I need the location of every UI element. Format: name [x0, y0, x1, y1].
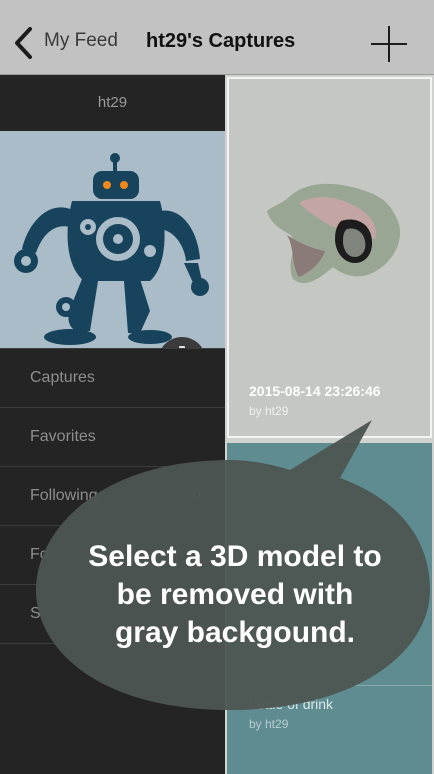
sidebar-item-captures[interactable]: Captures	[0, 348, 225, 407]
sidebar-username: ht29	[97, 94, 128, 111]
page-title: ht29's Captures	[146, 30, 296, 52]
capture-card[interactable]: 2015-08-14 23:26:46 by ht29	[227, 77, 432, 438]
capture-date: 2015-08-14 23:26:46	[249, 383, 381, 399]
sidebar-item-following[interactable]: Following 0	[0, 466, 225, 525]
avatar[interactable]	[0, 131, 225, 348]
sidebar-item-label: Favorites	[30, 428, 96, 445]
sidebar-item-label: Captures	[30, 369, 95, 386]
capture-author: by ht29	[249, 717, 289, 731]
callout-line-2: be removed with	[116, 578, 354, 611]
sidebar-item-favorites[interactable]: Favorites	[0, 407, 225, 466]
plus-icon[interactable]	[369, 24, 409, 64]
card-divider	[247, 685, 432, 686]
following-count: 0	[192, 487, 201, 504]
sidebar-item-label: Following	[30, 487, 98, 504]
capture-author: by ht29	[249, 404, 289, 418]
navigation-bar: My Feed ht29's Captures	[0, 0, 434, 75]
tutorial-callout-text: Select a 3D model to be removed with gra…	[40, 538, 430, 652]
side-menu: ht29 Captures Favorites Following 0 Fo S	[0, 75, 225, 774]
back-button-label[interactable]: My Feed	[44, 30, 118, 52]
capture-name: bottle of drink	[249, 696, 334, 712]
screen: My Feed ht29's Captures ht29 Captures Fa…	[0, 0, 434, 774]
robot-avatar-image	[14, 153, 209, 345]
capture-feed: 2015-08-14 23:26:46 by ht29 bottle of dr…	[225, 75, 434, 774]
callout-line-3: gray backgound.	[114, 616, 356, 649]
settings-button[interactable]	[158, 337, 206, 348]
callout-line-1: Select a 3D model to	[88, 540, 382, 573]
3d-model-thumbnail	[267, 183, 401, 284]
chevron-left-icon[interactable]	[12, 26, 34, 60]
gear-icon	[179, 346, 185, 348]
